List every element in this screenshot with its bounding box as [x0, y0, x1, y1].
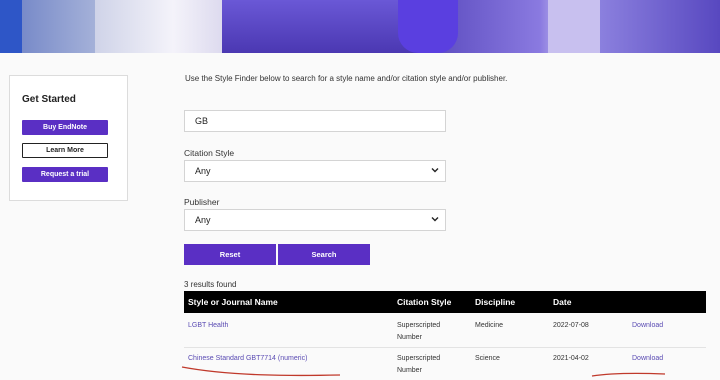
learn-more-button[interactable]: Learn More — [22, 143, 108, 158]
download-link[interactable]: Download — [632, 320, 663, 331]
banner-shape — [600, 0, 720, 53]
chevron-down-icon — [431, 217, 439, 222]
column-header-name: Style or Journal Name — [188, 297, 278, 307]
publisher-select[interactable]: Any — [184, 209, 446, 231]
hero-banner — [0, 0, 720, 53]
banner-shape — [95, 0, 225, 53]
column-header-date: Date — [553, 297, 572, 307]
search-button[interactable]: Search — [278, 244, 370, 265]
chevron-down-icon — [431, 168, 439, 173]
banner-shape — [548, 0, 608, 53]
buy-endnote-button[interactable]: Buy EndNote — [22, 120, 108, 135]
get-started-heading: Get Started — [22, 94, 76, 105]
column-header-citation-style: Citation Style — [397, 297, 452, 307]
publisher-value: Any — [195, 215, 211, 225]
row-divider — [184, 347, 706, 348]
citation-style-cell-line1: Superscripted — [397, 322, 441, 329]
discipline-cell: Medicine — [475, 322, 504, 329]
red-annotation-scribble — [181, 366, 666, 377]
publisher-label: Publisher — [184, 197, 220, 207]
style-search-input[interactable]: GB — [184, 110, 446, 132]
banner-shape — [398, 0, 458, 53]
table-row: LGBT Health Superscripted Number Medicin… — [184, 320, 706, 350]
citation-style-label: Citation Style — [184, 148, 235, 158]
style-name-link[interactable]: LGBT Health — [188, 320, 228, 331]
banner-shape — [0, 0, 22, 53]
request-trial-button[interactable]: Request a trial — [22, 167, 108, 182]
date-cell: 2022-07-08 — [553, 322, 589, 329]
banner-shape — [222, 0, 422, 53]
citation-style-select[interactable]: Any — [184, 160, 446, 182]
column-header-discipline: Discipline — [475, 297, 516, 307]
results-count: 3 results found — [184, 280, 237, 289]
instructions-text: Use the Style Finder below to search for… — [185, 74, 508, 83]
get-started-panel: Get Started Buy EndNote Learn More Reque… — [9, 75, 128, 201]
results-table-header: Style or Journal Name Citation Style Dis… — [184, 291, 706, 313]
reset-button[interactable]: Reset — [184, 244, 276, 265]
citation-style-value: Any — [195, 166, 211, 176]
citation-style-cell-line2: Number — [397, 334, 422, 341]
